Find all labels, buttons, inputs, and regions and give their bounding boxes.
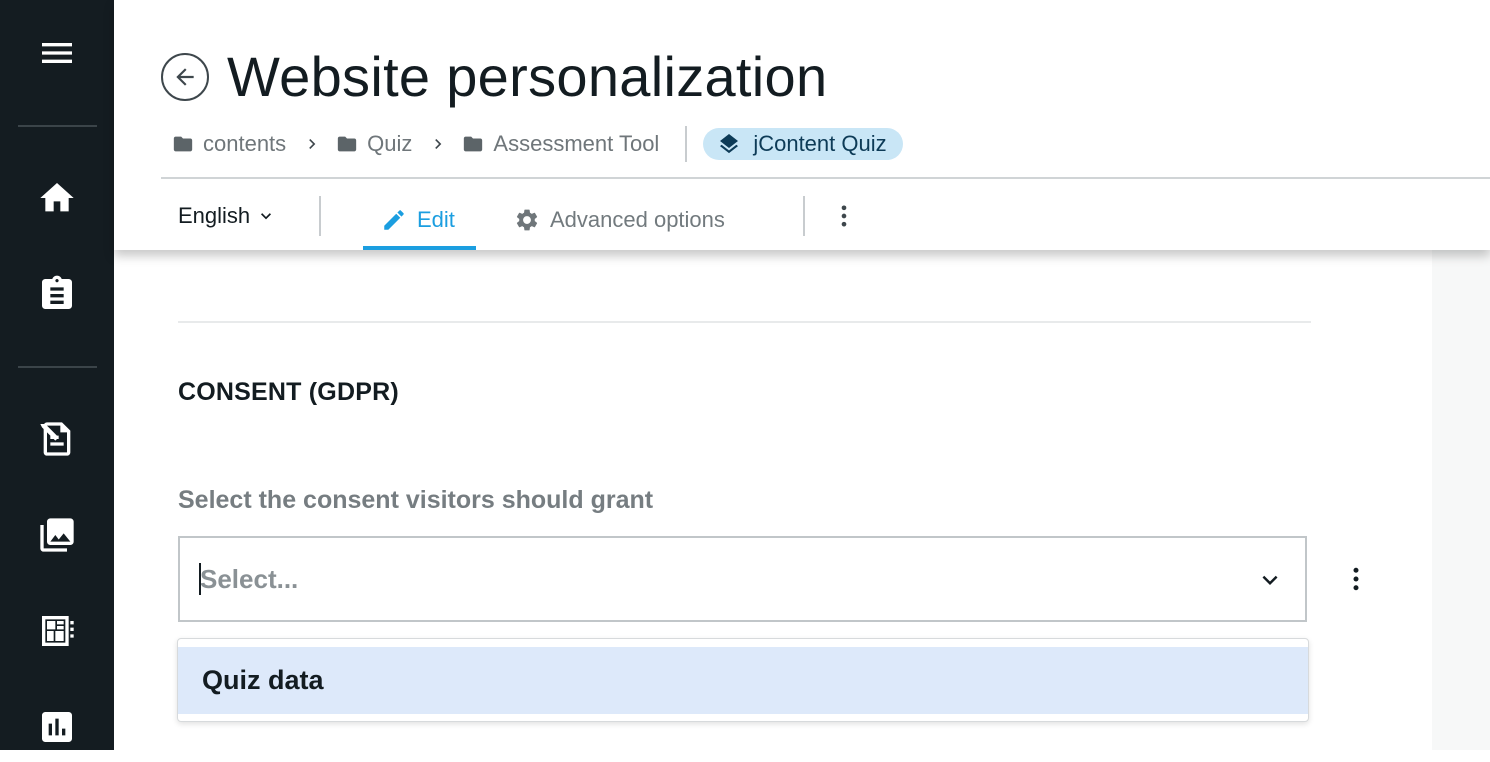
pencil-icon — [384, 210, 404, 230]
clipboard-icon — [42, 275, 72, 309]
breadcrumb-divider — [685, 126, 688, 162]
arrow-left-icon — [176, 68, 194, 86]
sidebar — [0, 0, 114, 750]
page-layout-icon — [42, 616, 74, 646]
consent-options-menu: Quiz data — [177, 638, 1309, 722]
content-type-label: jContent Quiz — [753, 131, 887, 156]
layers-icon — [720, 134, 739, 154]
content-editor-header: Website personalization contents Quiz As… — [114, 0, 1490, 250]
consent-select-input[interactable] — [180, 549, 1220, 609]
breadcrumb-item-contents[interactable]: contents — [172, 131, 286, 157]
breadcrumb-label: Assessment Tool — [493, 131, 660, 156]
sidebar-item-page-builder[interactable] — [0, 596, 114, 666]
back-button[interactable] — [161, 53, 209, 101]
page-title: Website personalization — [227, 45, 828, 108]
text-cursor — [199, 563, 201, 595]
sidebar-item-media[interactable] — [0, 500, 114, 570]
consent-field-label: Select the consent visitors should grant — [178, 486, 654, 514]
tab-edit[interactable]: Edit — [363, 190, 476, 250]
content-type-chip: jContent Quiz — [703, 128, 903, 160]
breadcrumb-item-quiz[interactable]: Quiz — [336, 131, 412, 157]
edit-document-icon — [40, 422, 71, 456]
breadcrumb: contents Quiz Assessment Tool jContent Q… — [172, 126, 903, 162]
folder-icon — [173, 136, 193, 152]
chevron-down-icon[interactable] — [1255, 565, 1285, 595]
sidebar-item-content-editor[interactable] — [0, 404, 114, 474]
sidebar-item-home[interactable] — [0, 163, 114, 233]
hamburger-menu-icon — [42, 43, 72, 63]
more-vertical-icon — [841, 205, 847, 227]
home-icon — [40, 183, 74, 212]
chevron-right-icon — [435, 139, 442, 149]
content-side-gutter — [1408, 250, 1490, 750]
breadcrumb-label: Quiz — [367, 131, 413, 156]
language-selector[interactable]: English — [178, 196, 276, 236]
breadcrumb-label: contents — [203, 131, 287, 156]
folder-icon — [338, 136, 357, 152]
gear-icon — [516, 209, 538, 231]
sidebar-item-clipboard[interactable] — [0, 259, 114, 329]
more-vertical-icon — [1353, 567, 1359, 591]
tab-label: Advanced options — [550, 207, 725, 232]
language-label: English — [178, 203, 251, 228]
tab-label: Edit — [417, 207, 455, 232]
field-actions-button[interactable] — [1341, 558, 1371, 600]
consent-select[interactable] — [178, 536, 1307, 622]
sidebar-item-analytics[interactable] — [0, 692, 114, 762]
section-divider — [178, 321, 1311, 323]
section-title: CONSENT (GDPR) — [178, 378, 399, 406]
sidebar-divider — [18, 366, 97, 368]
more-actions-button[interactable] — [829, 198, 859, 234]
chevron-right-icon — [309, 139, 316, 149]
image-library-icon — [40, 518, 74, 552]
bar-chart-icon — [42, 712, 72, 742]
toolbar-divider — [319, 196, 321, 236]
chevron-down-icon — [261, 213, 272, 220]
header-divider — [161, 177, 1490, 179]
tab-advanced-options[interactable]: Advanced options — [514, 190, 725, 250]
breadcrumb-item-assessment-tool[interactable]: Assessment Tool — [462, 131, 659, 157]
option-quiz-data[interactable]: Quiz data — [178, 647, 1308, 714]
hamburger-menu-button[interactable] — [0, 18, 114, 88]
sidebar-divider — [18, 125, 97, 127]
folder-icon — [464, 136, 483, 152]
toolbar-divider — [803, 196, 805, 236]
main-area: Website personalization contents Quiz As… — [114, 0, 1490, 750]
